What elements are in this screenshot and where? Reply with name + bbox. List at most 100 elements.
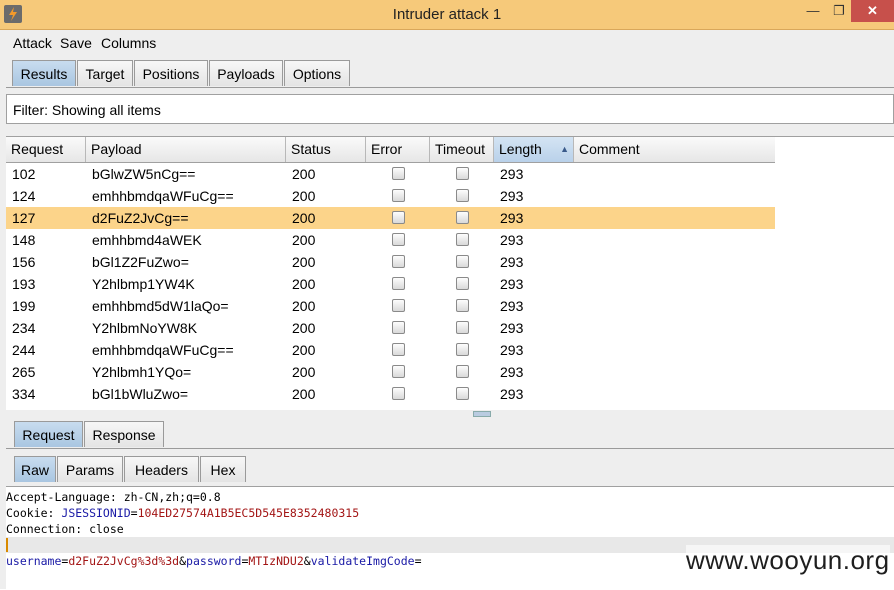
request-body: username=d2FuZ2JvCg%3d%3d&password=MTIzN… [6,553,422,569]
table-row[interactable]: 102 bGlwZW5nCg== 200 293 [6,163,775,185]
menu-columns[interactable]: Columns [101,35,156,51]
cell-request: 265 [12,364,36,380]
cell-length: 293 [500,188,524,204]
filter-text: Filter: Showing all items [13,102,161,118]
table-row[interactable]: 265 Y2hlbmh1YQo= 200 293 [6,361,775,383]
table-row[interactable]: 199 emhhbmd5dW1laQo= 200 293 [6,295,775,317]
table-header: Request Payload Status Error Timeout Len… [6,137,775,163]
tab-response[interactable]: Response [84,421,164,447]
error-checkbox[interactable] [392,277,405,290]
cookie-prefix: Cookie: [6,506,62,520]
timeout-checkbox[interactable] [456,299,469,312]
cell-payload: emhhbmd4aWEK [92,232,202,248]
cell-length: 293 [500,254,524,270]
timeout-checkbox[interactable] [456,167,469,180]
cell-status: 200 [292,210,316,226]
cell-length: 293 [500,320,524,336]
table-row[interactable]: 127 d2FuZ2JvCg== 200 293 [6,207,775,229]
text-caret [6,538,8,552]
table-row[interactable]: 148 emhhbmd4aWEK 200 293 [6,229,775,251]
error-checkbox[interactable] [392,189,405,202]
error-checkbox[interactable] [392,343,405,356]
col-length-label: Length [499,141,542,157]
tab-headers[interactable]: Headers [124,456,199,482]
error-checkbox[interactable] [392,387,405,400]
minimize-button[interactable]: — [799,0,827,22]
col-error[interactable]: Error [366,137,430,162]
cell-length: 293 [500,364,524,380]
filter-bar[interactable]: Filter: Showing all items [6,94,894,124]
timeout-checkbox[interactable] [456,189,469,202]
body-name: validateImgCode [310,554,415,568]
cell-length: 293 [500,298,524,314]
watermark: www.wooyun.org [686,545,890,576]
error-checkbox[interactable] [392,365,405,378]
timeout-checkbox[interactable] [456,277,469,290]
col-timeout[interactable]: Timeout [430,137,494,162]
timeout-checkbox[interactable] [456,211,469,224]
timeout-checkbox[interactable] [456,387,469,400]
cell-request: 234 [12,320,36,336]
tab-payloads[interactable]: Payloads [209,60,283,86]
cell-payload: bGl1Z2FuZwo= [92,254,189,270]
error-checkbox[interactable] [392,255,405,268]
col-request[interactable]: Request [6,137,86,162]
split-pane-handle[interactable] [473,411,491,417]
cell-request: 193 [12,276,36,292]
cell-payload: Y2hlbmh1YQo= [92,364,192,380]
table-row[interactable]: 124 emhhbmdqaWFuCg== 200 293 [6,185,775,207]
body-eq: = [414,554,422,568]
error-checkbox[interactable] [392,167,405,180]
timeout-checkbox[interactable] [456,321,469,334]
cell-request: 102 [12,166,36,182]
tab-positions[interactable]: Positions [134,60,208,86]
cell-payload: bGlwZW5nCg== [92,166,196,182]
error-checkbox[interactable] [392,299,405,312]
tab-request[interactable]: Request [14,421,83,447]
error-checkbox[interactable] [392,233,405,246]
table-row[interactable]: 234 Y2hlbmNoYW8K 200 293 [6,317,775,339]
cell-request: 244 [12,342,36,358]
menu-attack[interactable]: Attack [13,35,52,51]
cell-status: 200 [292,364,316,380]
tab-target[interactable]: Target [77,60,133,86]
timeout-checkbox[interactable] [456,233,469,246]
col-length[interactable]: Length ▲ [494,137,574,162]
col-comment[interactable]: Comment [574,137,775,162]
col-payload[interactable]: Payload [86,137,286,162]
cell-length: 293 [500,276,524,292]
timeout-checkbox[interactable] [456,343,469,356]
table-row[interactable]: 193 Y2hlbmp1YW4K 200 293 [6,273,775,295]
cell-request: 148 [12,232,36,248]
body-eq: & [303,554,311,568]
cell-payload: d2FuZ2JvCg== [92,210,189,226]
col-status[interactable]: Status [286,137,366,162]
table-row[interactable]: 244 emhhbmdqaWFuCg== 200 293 [6,339,775,361]
cell-payload: Y2hlbmNoYW8K [92,320,198,336]
table-row[interactable]: 334 bGl1bWluZwo= 200 293 [6,383,775,405]
cell-request: 199 [12,298,36,314]
table-row[interactable]: 156 bGl1Z2FuZwo= 200 293 [6,251,775,273]
cell-status: 200 [292,320,316,336]
menu-save[interactable]: Save [60,35,92,51]
tab-hex[interactable]: Hex [200,456,246,482]
timeout-checkbox[interactable] [456,255,469,268]
timeout-checkbox[interactable] [456,365,469,378]
tab-results[interactable]: Results [12,60,76,86]
cell-payload: emhhbmd5dW1laQo= [92,298,229,314]
error-checkbox[interactable] [392,211,405,224]
close-button[interactable]: ✕ [851,0,894,22]
tab-options[interactable]: Options [284,60,350,86]
window-title: Intruder attack 1 [392,6,502,23]
cell-request: 334 [12,386,36,402]
tab-raw[interactable]: Raw [14,456,56,482]
cell-request: 127 [12,210,36,226]
tab-params[interactable]: Params [57,456,123,482]
cookie-eq: = [130,506,138,520]
cell-length: 293 [500,166,524,182]
body-value: MTIzNDU2 [248,554,304,568]
error-checkbox[interactable] [392,321,405,334]
cell-request: 156 [12,254,36,270]
maximize-button[interactable]: ❐ [827,0,851,22]
cell-length: 293 [500,342,524,358]
